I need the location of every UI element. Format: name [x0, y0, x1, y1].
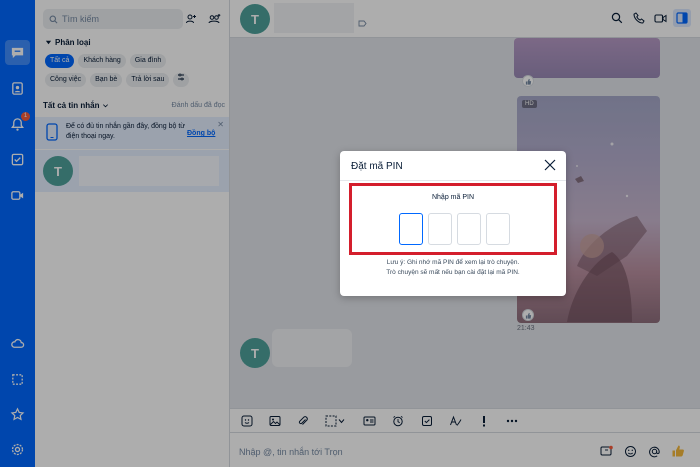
- dialog-title: Đặt mã PIN: [351, 161, 403, 172]
- close-icon[interactable]: [543, 158, 557, 172]
- pin-note-line-1: Lưu ý: Ghi nhớ mã PIN để xem lại trò chu…: [386, 259, 520, 266]
- pin-note: Lưu ý: Ghi nhớ mã PIN để xem lại trò chu…: [340, 258, 566, 278]
- pin-digit-3-input[interactable]: [457, 213, 481, 245]
- pin-digit-1-input[interactable]: [399, 213, 423, 245]
- pin-label: Nhập mã PIN: [431, 194, 475, 201]
- pin-note-line-2: Trò chuyện sẽ mất nếu bạn cài đặt lại mã…: [386, 269, 520, 276]
- dialog-divider: [340, 180, 566, 181]
- pin-digit-2-input[interactable]: [428, 213, 452, 245]
- pin-entry-highlight: Nhập mã PIN: [349, 183, 557, 255]
- pin-digit-4-input[interactable]: [486, 213, 510, 245]
- set-pin-dialog: Đặt mã PIN Nhập mã PIN Lưu ý: Ghi nhớ mã…: [340, 151, 566, 296]
